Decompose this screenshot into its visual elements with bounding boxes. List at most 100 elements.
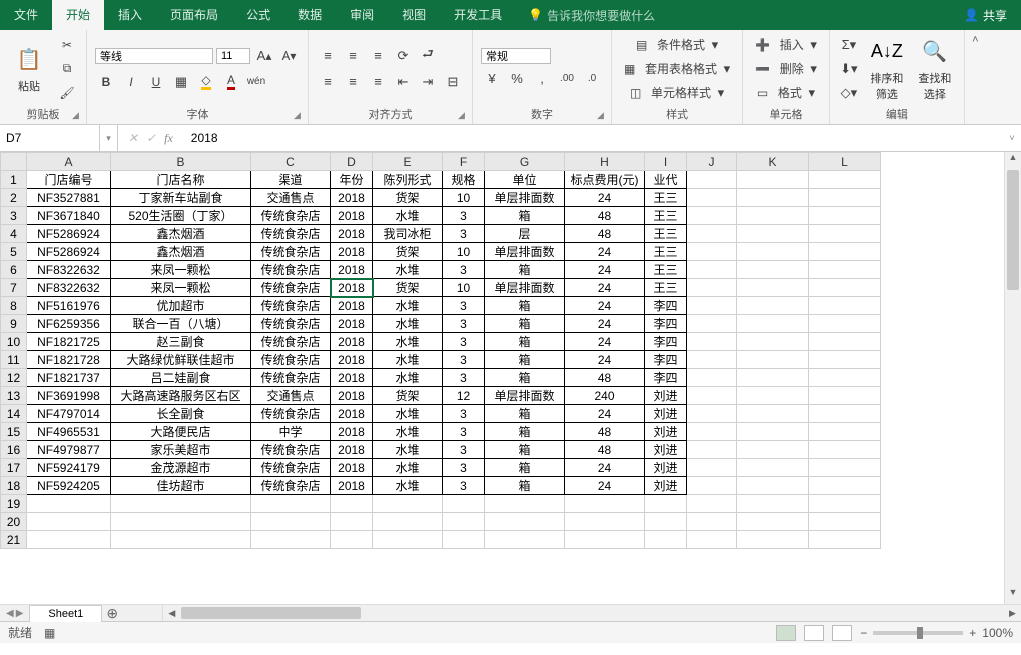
column-header[interactable]: E [373, 153, 443, 171]
cell[interactable]: 单位 [485, 171, 565, 189]
expand-formula-bar[interactable]: ˅ [1003, 133, 1021, 143]
cell[interactable]: 箱 [485, 441, 565, 459]
scroll-down-button[interactable]: ▼ [1005, 587, 1021, 604]
cell[interactable]: 2018 [331, 441, 373, 459]
autosum-button[interactable]: Σ▾ [838, 34, 860, 56]
conditional-format-button[interactable]: ▤ 条件格式 ▾ [620, 34, 734, 56]
cell[interactable]: 丁家新车站副食 [111, 189, 251, 207]
cell[interactable]: 传统食杂店 [251, 297, 331, 315]
column-header[interactable]: D [331, 153, 373, 171]
align-left-button[interactable]: ≡ [317, 71, 339, 93]
row-header[interactable]: 16 [1, 441, 27, 459]
row-header[interactable]: 18 [1, 477, 27, 495]
border-button[interactable]: ▦ [170, 71, 192, 93]
cell[interactable]: 刘进 [645, 459, 687, 477]
row-header[interactable]: 6 [1, 261, 27, 279]
cell[interactable] [809, 225, 881, 243]
percent-button[interactable]: % [506, 68, 528, 90]
align-top-button[interactable]: ≡ [317, 45, 339, 67]
cell[interactable]: 金茂源超市 [111, 459, 251, 477]
cell[interactable] [809, 315, 881, 333]
cell[interactable] [687, 315, 737, 333]
cell[interactable] [809, 387, 881, 405]
cell[interactable] [737, 495, 809, 513]
row-header[interactable]: 1 [1, 171, 27, 189]
cell[interactable] [687, 423, 737, 441]
decrease-decimal-button[interactable]: .0 [581, 68, 603, 90]
cell[interactable] [809, 495, 881, 513]
cell[interactable]: 3 [443, 315, 485, 333]
cell[interactable] [687, 387, 737, 405]
sheet-tab[interactable]: Sheet1 [29, 605, 102, 622]
cell[interactable]: NF1821725 [27, 333, 111, 351]
row-header[interactable]: 7 [1, 279, 27, 297]
cell[interactable]: 3 [443, 333, 485, 351]
cell[interactable]: 2018 [331, 225, 373, 243]
cell[interactable]: 2018 [331, 189, 373, 207]
cell[interactable]: 陈列形式 [373, 171, 443, 189]
increase-indent-button[interactable]: ⇥ [417, 71, 439, 93]
cell[interactable]: 3 [443, 369, 485, 387]
macro-record-icon[interactable]: ▦ [44, 626, 55, 640]
cell[interactable]: 24 [565, 315, 645, 333]
cell[interactable]: 2018 [331, 315, 373, 333]
cell[interactable]: 箱 [485, 369, 565, 387]
cell[interactable] [443, 513, 485, 531]
cell[interactable] [687, 261, 737, 279]
row-header[interactable]: 15 [1, 423, 27, 441]
cell[interactable] [737, 207, 809, 225]
add-sheet-button[interactable]: ⊕ [102, 605, 122, 622]
cell[interactable] [737, 243, 809, 261]
formula-input[interactable] [183, 125, 1003, 151]
cell[interactable]: NF1821728 [27, 351, 111, 369]
increase-font-button[interactable]: A▴ [253, 45, 275, 67]
cell[interactable] [687, 369, 737, 387]
page-layout-view-button[interactable] [804, 625, 824, 641]
row-header[interactable]: 5 [1, 243, 27, 261]
cell[interactable] [27, 531, 111, 549]
cell[interactable]: 水堆 [373, 405, 443, 423]
cell[interactable]: 48 [565, 423, 645, 441]
row-header[interactable]: 19 [1, 495, 27, 513]
scroll-up-button[interactable]: ▲ [1005, 152, 1021, 169]
cell[interactable] [737, 189, 809, 207]
cell[interactable] [687, 477, 737, 495]
cell[interactable]: 我司冰柜 [373, 225, 443, 243]
cell[interactable]: 10 [443, 243, 485, 261]
cell[interactable]: 传统食杂店 [251, 459, 331, 477]
column-header[interactable]: L [809, 153, 881, 171]
cell[interactable]: 中学 [251, 423, 331, 441]
cell[interactable]: 门店编号 [27, 171, 111, 189]
cell[interactable] [111, 531, 251, 549]
cell[interactable]: 2018 [331, 243, 373, 261]
cell[interactable] [737, 297, 809, 315]
insert-cells-button[interactable]: ➕ 插入 ▾ [751, 34, 821, 56]
row-header[interactable]: 20 [1, 513, 27, 531]
cell[interactable]: 24 [565, 405, 645, 423]
cell[interactable]: 层 [485, 225, 565, 243]
cell[interactable] [331, 495, 373, 513]
row-header[interactable]: 8 [1, 297, 27, 315]
cell[interactable]: 3 [443, 477, 485, 495]
row-header[interactable]: 12 [1, 369, 27, 387]
cell[interactable]: 24 [565, 351, 645, 369]
column-header[interactable]: J [687, 153, 737, 171]
cancel-formula-button[interactable]: ✕ [128, 131, 138, 146]
cell[interactable]: 来凤一颗松 [111, 279, 251, 297]
cell[interactable]: 2018 [331, 369, 373, 387]
paste-button[interactable]: 📋 粘贴 [8, 36, 50, 102]
cell[interactable]: 李四 [645, 333, 687, 351]
cell[interactable] [687, 225, 737, 243]
cell[interactable]: 2018 [331, 423, 373, 441]
cell[interactable] [809, 171, 881, 189]
cell[interactable] [251, 513, 331, 531]
cell[interactable]: 3 [443, 405, 485, 423]
cell[interactable]: NF5924205 [27, 477, 111, 495]
align-center-button[interactable]: ≡ [342, 71, 364, 93]
cell[interactable] [809, 279, 881, 297]
cell[interactable]: 传统食杂店 [251, 315, 331, 333]
cell[interactable]: 长全副食 [111, 405, 251, 423]
row-header[interactable]: 13 [1, 387, 27, 405]
cell[interactable] [645, 513, 687, 531]
cell[interactable] [737, 369, 809, 387]
